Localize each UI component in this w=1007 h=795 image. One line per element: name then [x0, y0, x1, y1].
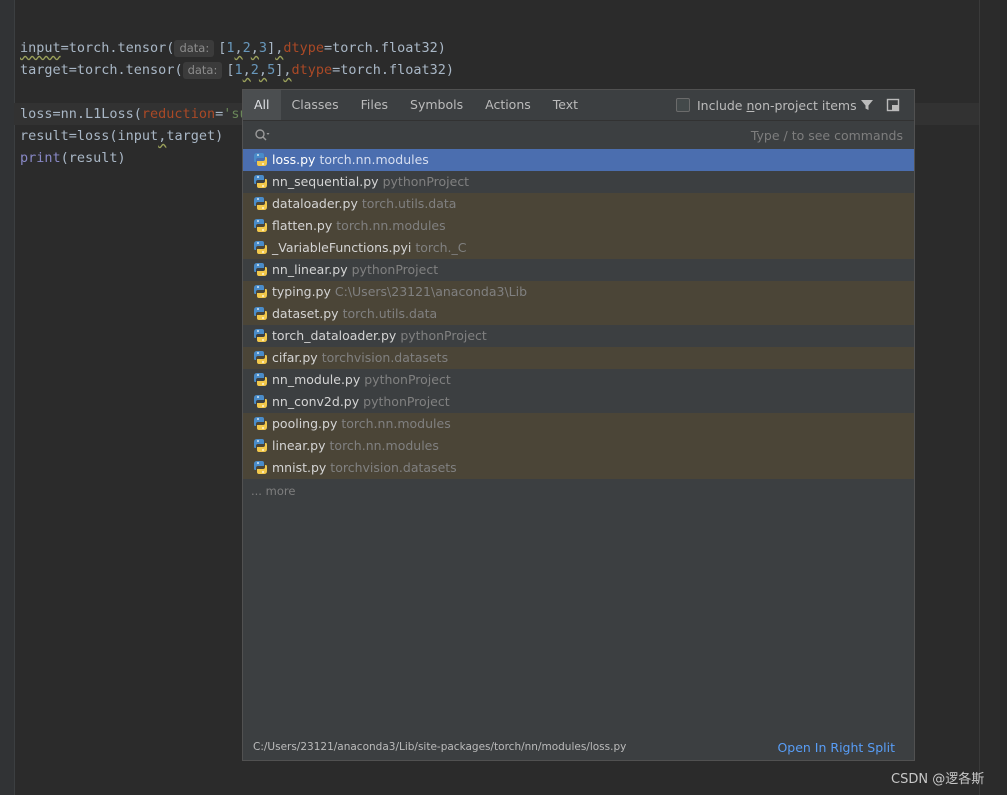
python-file-icon [254, 351, 267, 364]
result-row[interactable]: typing.py C:\Users\23121\anaconda3\Lib [243, 281, 914, 303]
python-file-icon [254, 373, 267, 386]
python-file-icon [254, 417, 267, 430]
result-row[interactable]: nn_linear.py pythonProject [243, 259, 914, 281]
result-row[interactable]: loss.py torch.nn.modules [243, 149, 914, 171]
python-file-icon [254, 307, 267, 320]
editor-gutter [0, 0, 15, 795]
result-file-name: nn_module.py [272, 372, 361, 387]
right-margin-guide [979, 0, 980, 795]
tab-actions[interactable]: Actions [474, 90, 542, 120]
tab-symbols[interactable]: Symbols [399, 90, 474, 120]
result-location: pythonProject [400, 328, 487, 343]
param-hint: data: [182, 62, 223, 79]
result-location: pythonProject [364, 372, 451, 387]
include-checkbox[interactable] [676, 98, 690, 112]
python-file-icon [254, 219, 267, 232]
result-row[interactable]: nn_conv2d.py pythonProject [243, 391, 914, 413]
result-row[interactable]: nn_sequential.py pythonProject [243, 171, 914, 193]
result-location: torch._C [415, 240, 467, 255]
result-row[interactable]: linear.py torch.nn.modules [243, 435, 914, 457]
filter-icon[interactable] [860, 98, 874, 112]
selected-file-path: C:/Users/23121/anaconda3/Lib/site-packag… [253, 741, 627, 753]
result-row[interactable]: flatten.py torch.nn.modules [243, 215, 914, 237]
result-row[interactable]: cifar.py torchvision.datasets [243, 347, 914, 369]
open-in-right-split-link[interactable]: Open In Right Split [777, 740, 895, 755]
result-location: torchvision.datasets [321, 350, 449, 365]
python-file-icon [254, 439, 267, 452]
result-location: torchvision.datasets [330, 460, 457, 475]
result-location: torch.nn.modules [336, 218, 446, 233]
result-location: torch.nn.modules [329, 438, 439, 453]
result-row[interactable]: nn_module.py pythonProject [243, 369, 914, 391]
result-row[interactable]: _VariableFunctions.pyi torch._C [243, 237, 914, 259]
search-everywhere-popup: All Classes Files Symbols Actions Text I… [242, 89, 915, 761]
tab-all[interactable]: All [243, 90, 281, 120]
result-location: torch.nn.modules [319, 152, 429, 167]
python-file-icon [254, 395, 267, 408]
result-row[interactable]: pooling.py torch.nn.modules [243, 413, 914, 435]
result-file-name: dataloader.py [272, 196, 358, 211]
search-bar: Type / to see commands [243, 120, 914, 151]
result-file-name: nn_linear.py [272, 262, 348, 277]
tab-classes[interactable]: Classes [281, 90, 350, 120]
search-icon [255, 129, 270, 141]
preview-panel-icon[interactable] [886, 98, 900, 112]
result-file-name: dataset.py [272, 306, 339, 321]
python-file-icon [254, 241, 267, 254]
result-location: pythonProject [382, 174, 470, 189]
python-file-icon [254, 197, 267, 210]
result-file-name: _VariableFunctions.pyi [272, 240, 412, 255]
result-location: C:\Users\23121\anaconda3\Lib [334, 284, 528, 299]
python-file-icon [254, 175, 267, 188]
result-location: torch.utils.data [361, 196, 457, 211]
code-line-2[interactable]: target=torch.tensor(data: [1,2,5],dtype=t… [20, 59, 454, 81]
results-list: loss.py torch.nn.modules nn_sequential.py p… [243, 149, 914, 479]
python-file-icon [254, 263, 267, 276]
result-file-name: nn_conv2d.py [272, 394, 360, 409]
search-input[interactable] [277, 126, 731, 146]
result-row[interactable]: mnist.py torchvision.datasets [243, 457, 914, 479]
python-file-icon [254, 329, 267, 342]
tab-files[interactable]: Files [350, 90, 399, 120]
result-file-name: nn_sequential.py [272, 174, 379, 189]
result-location: pythonProject [363, 394, 450, 409]
include-label: Include non-project items [697, 97, 857, 113]
more-link[interactable]: ... more [251, 484, 295, 498]
include-non-project-toggle[interactable]: Include non-project items [676, 90, 857, 120]
search-hint: Type / to see commands [750, 128, 903, 143]
result-row[interactable]: dataloader.py torch.utils.data [243, 193, 914, 215]
result-file-name: cifar.py [272, 350, 318, 365]
result-row[interactable]: torch_dataloader.py pythonProject [243, 325, 914, 347]
result-file-name: pooling.py [272, 416, 338, 431]
code-line-1[interactable]: input=torch.tensor(data: [1,2,3],dtype=to… [20, 37, 454, 59]
result-location: torch.nn.modules [341, 416, 451, 431]
result-file-name: typing.py [272, 284, 331, 299]
result-location: pythonProject [351, 262, 439, 277]
result-location: torch.utils.data [342, 306, 438, 321]
python-file-icon [254, 461, 267, 474]
result-file-name: loss.py [272, 152, 316, 167]
watermark: CSDN @逻各斯 [891, 772, 985, 787]
tab-text[interactable]: Text [542, 90, 589, 120]
result-row[interactable]: dataset.py torch.utils.data [243, 303, 914, 325]
result-file-name: torch_dataloader.py [272, 328, 397, 343]
result-file-name: linear.py [272, 438, 326, 453]
result-file-name: mnist.py [272, 460, 327, 475]
python-file-icon [254, 285, 267, 298]
python-file-icon [254, 153, 267, 166]
param-hint: data: [174, 40, 215, 57]
result-file-name: flatten.py [272, 218, 333, 233]
